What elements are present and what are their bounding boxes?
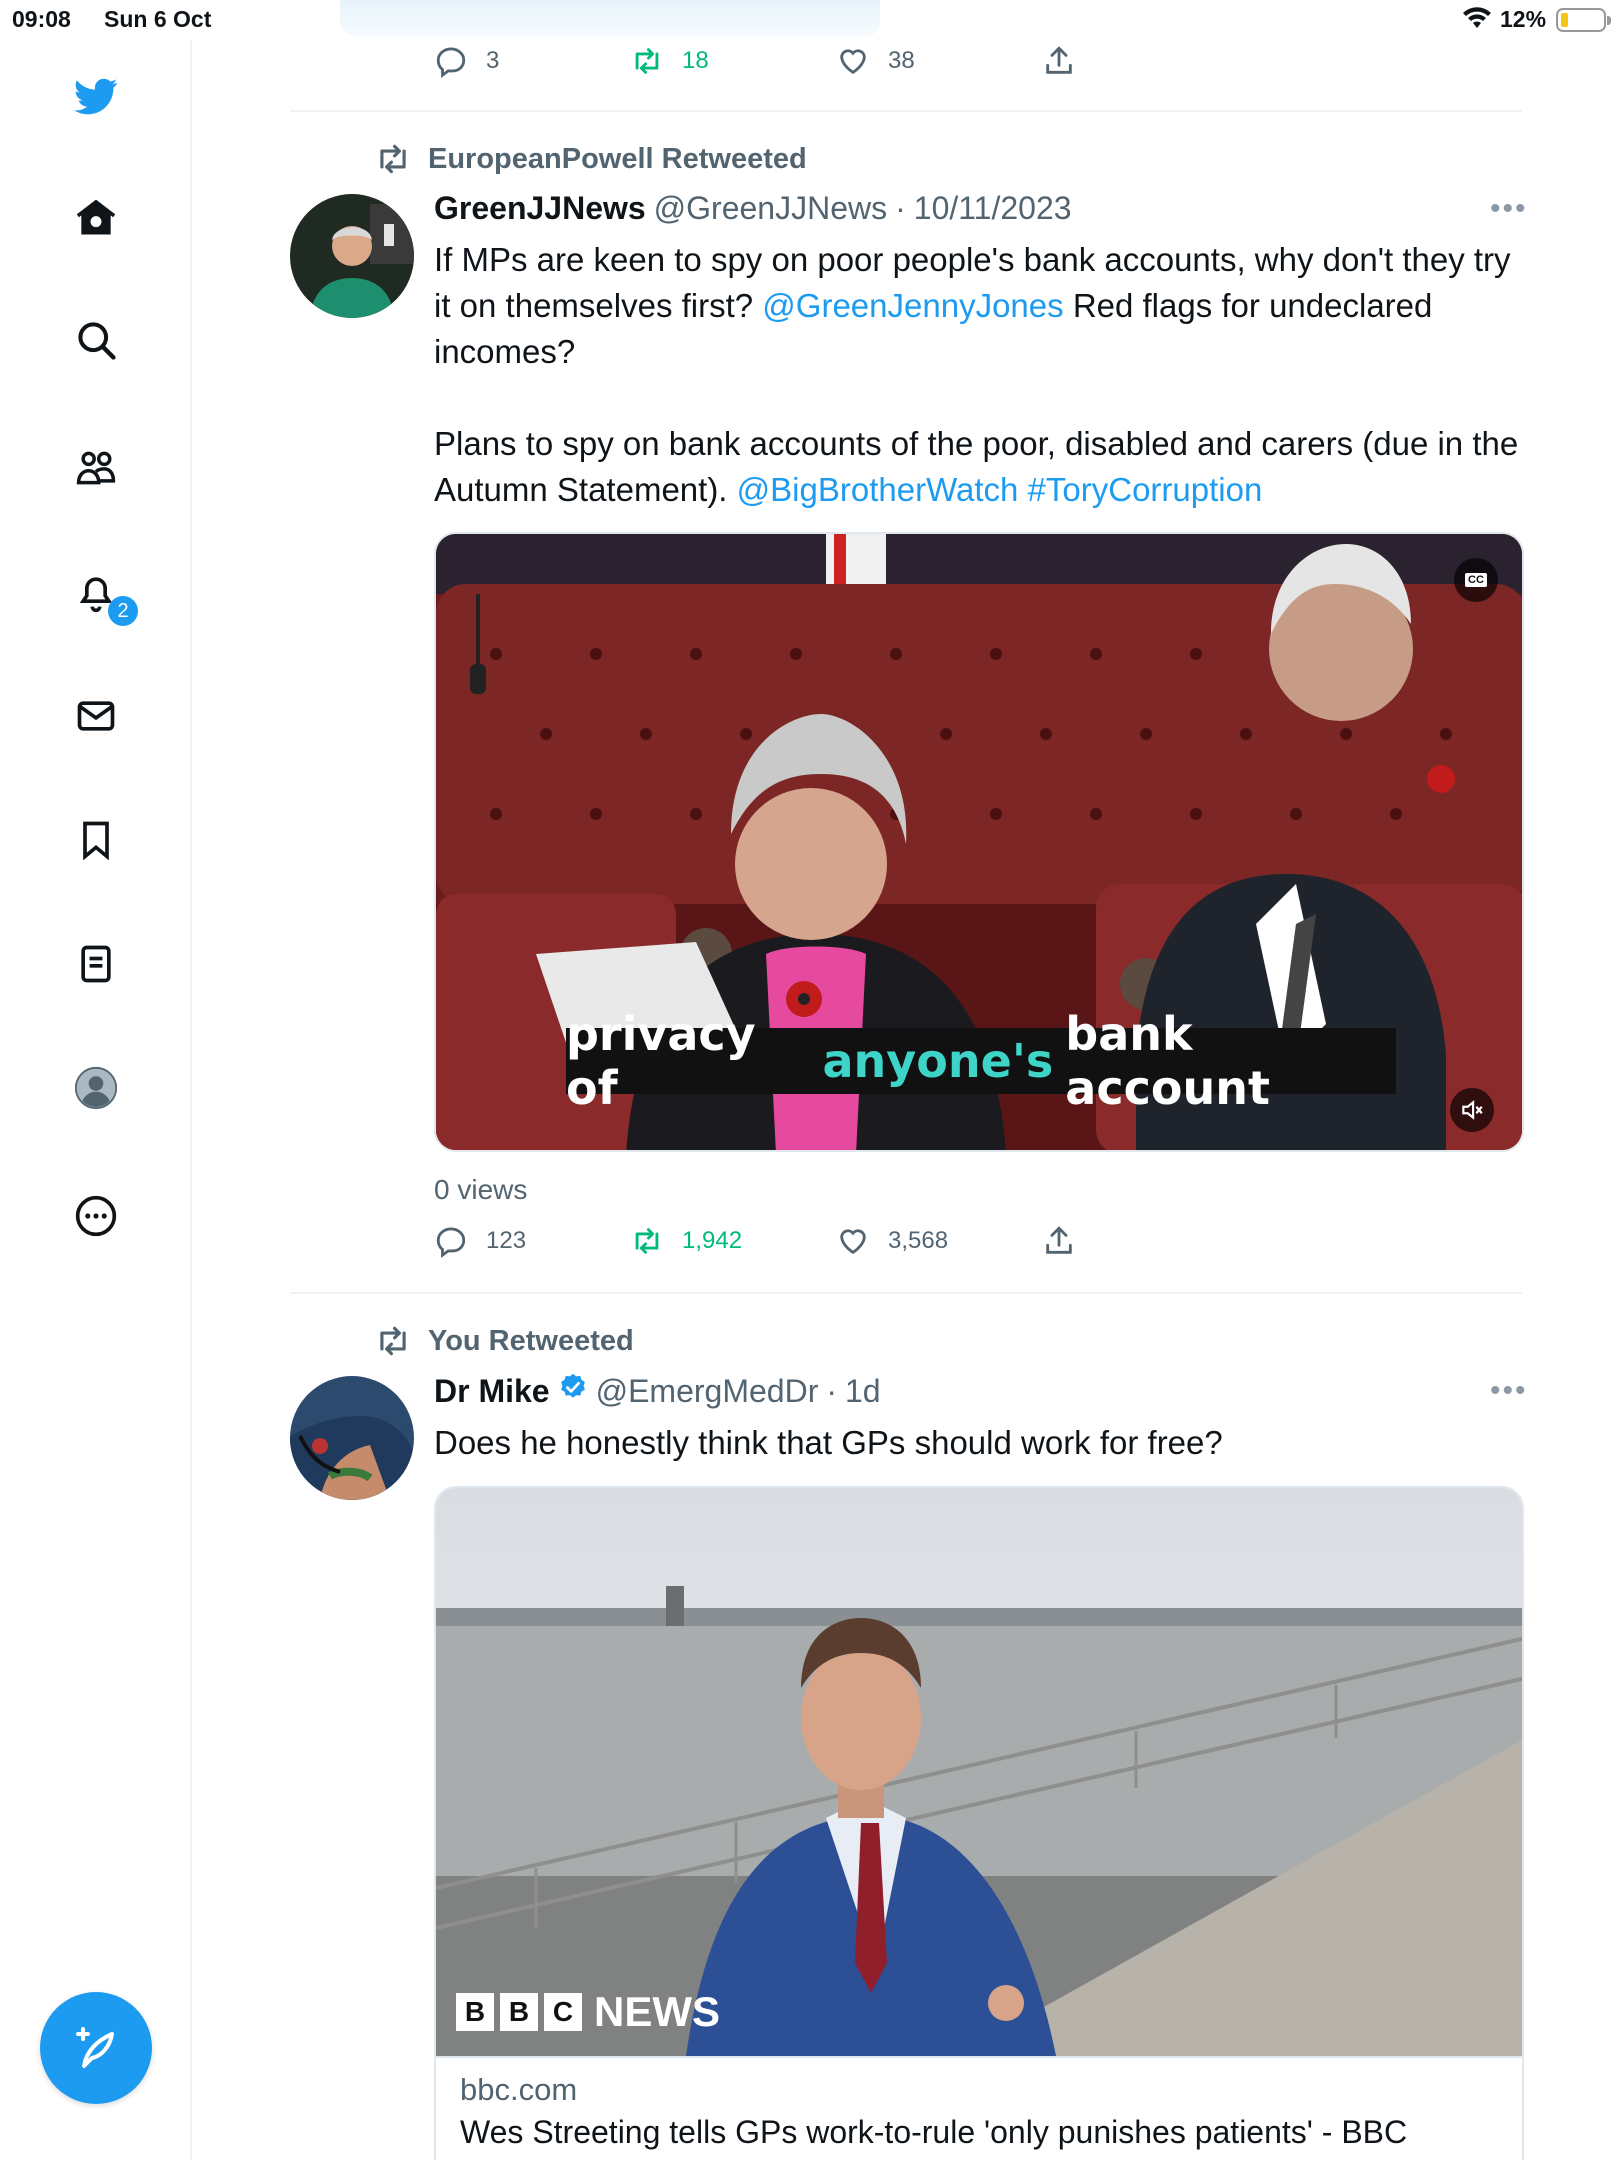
share-button[interactable] [1042, 1224, 1076, 1258]
tweet2-more-options-icon[interactable]: ••• [1490, 1374, 1528, 1408]
retweet-small-icon [380, 144, 406, 174]
mute-button[interactable] [1450, 1088, 1494, 1132]
caption-part: privacy of [566, 1007, 756, 1115]
cc-icon: CC [1465, 573, 1487, 587]
hashtag-link[interactable]: #ToryCorruption [1028, 471, 1263, 508]
retweet-button[interactable]: 1,942 [630, 1224, 742, 1258]
retweet-icon [635, 48, 659, 74]
tweet1-author-avatar[interactable] [290, 194, 414, 318]
meta-separator: · [895, 190, 906, 226]
author-handle[interactable]: @EmergMedDr [596, 1373, 819, 1410]
previous-tweet-media [340, 0, 880, 36]
like-button[interactable]: 38 [836, 44, 915, 78]
closed-captions-button[interactable]: CC [1454, 558, 1498, 602]
retweet-small-icon [380, 1326, 406, 1356]
retweet-button[interactable]: 18 [630, 44, 709, 78]
lists-icon[interactable] [66, 934, 126, 994]
tweet1-text: If MPs are keen to spy on poor people's … [434, 237, 1524, 513]
status-date: Sun 6 Oct [104, 6, 212, 32]
battery-percent: 12% [1500, 6, 1547, 32]
author-handle[interactable]: @GreenJJNews [654, 190, 887, 227]
compose-feather-icon [76, 2027, 114, 2068]
author-name[interactable]: GreenJJNews [434, 190, 646, 227]
tweet1-actions: 123 1,942 3,568 [434, 1224, 1094, 1264]
retweet-count: 18 [682, 47, 709, 74]
caption-part: bank account [1065, 1007, 1270, 1115]
like-button[interactable]: 3,568 [836, 1224, 948, 1258]
retweet-count: 1,942 [682, 1227, 743, 1254]
tweet1-video[interactable]: privacy of anyone's bank account CC [434, 532, 1524, 1152]
bbc-logo-letter: B [456, 1993, 494, 2031]
reply-button[interactable]: 3 [434, 44, 499, 78]
reply-icon [436, 1227, 466, 1258]
profile-avatar-icon[interactable] [66, 1058, 126, 1118]
wifi-icon [1463, 7, 1491, 28]
tweet1-views: 0 views [434, 1174, 528, 1205]
tweet-divider [290, 110, 1522, 112]
tweet2-link-card[interactable]: B B C NEWS bbc.com Wes Streeting tells G… [434, 1486, 1524, 2160]
bbc-news-logo: B B C NEWS [456, 1988, 720, 2036]
tweet-date[interactable]: 10/11/2023 [914, 190, 1072, 227]
tweet2-retweet-context: You Retweeted [374, 1322, 634, 1360]
tweet2-author-avatar[interactable] [290, 1376, 414, 1500]
verified-badge-icon [560, 1373, 585, 1398]
reply-count: 3 [486, 47, 500, 74]
tweet2-header: Dr Mike @EmergMedDr · 1d [434, 1372, 881, 1410]
like-heart-icon [840, 49, 866, 75]
share-icon [1046, 46, 1072, 74]
reply-icon [436, 47, 466, 78]
search-icon[interactable] [66, 310, 126, 370]
tweet-divider [290, 1292, 1522, 1294]
retweeted-by-label[interactable]: You Retweeted [428, 1325, 634, 1358]
messages-mail-icon[interactable] [66, 686, 126, 746]
speaker-muted-icon [1462, 1100, 1483, 1120]
bbc-logo-letter: C [544, 1993, 582, 2031]
card-domain: bbc.com [460, 2072, 578, 2107]
like-count: 38 [888, 47, 915, 74]
tweet1-retweet-context: EuropeanPowell Retweeted [374, 140, 807, 178]
caption-highlight: anyone's [822, 1034, 1054, 1088]
bookmarks-icon[interactable] [66, 810, 126, 870]
compose-tweet-button[interactable] [40, 1992, 152, 2104]
bbc-news-wordmark: NEWS [594, 1988, 720, 2035]
card-title: Wes Streeting tells GPs work-to-rule 'on… [460, 2114, 1408, 2150]
video-caption: privacy of anyone's bank account [566, 1007, 1396, 1115]
tweet1-more-options-icon[interactable]: ••• [1490, 192, 1528, 226]
retweeted-by-label[interactable]: EuropeanPowell Retweeted [428, 143, 807, 176]
mention-link[interactable]: @BigBrotherWatch [737, 471, 1019, 508]
more-options-icon[interactable] [66, 1186, 126, 1246]
notifications-badge: 2 [108, 596, 138, 626]
reply-count: 123 [486, 1227, 527, 1254]
like-count: 3,568 [888, 1227, 949, 1254]
tweet1-header: GreenJJNews @GreenJJNews · 10/11/2023 [434, 190, 1072, 227]
tweet-date[interactable]: 1d [845, 1373, 881, 1410]
status-time: 09:08 [12, 6, 71, 32]
card-divider [436, 2056, 1522, 2058]
communities-icon[interactable] [66, 438, 126, 498]
tweet2-text: Does he honestly think that GPs should w… [434, 1424, 1223, 1461]
battery-icon [1556, 8, 1611, 32]
bbc-logo-letter: B [500, 1993, 538, 2031]
sidebar: 2 [0, 40, 192, 2160]
share-icon [1046, 1226, 1072, 1254]
meta-separator: · [826, 1373, 837, 1409]
reply-button[interactable]: 123 [434, 1224, 526, 1258]
twitter-logo-icon[interactable] [66, 66, 126, 126]
author-name[interactable]: Dr Mike [434, 1373, 550, 1410]
home-icon[interactable] [66, 188, 126, 248]
retweet-icon [635, 1228, 659, 1254]
mention-link[interactable]: @GreenJennyJones [762, 287, 1063, 324]
like-heart-icon [840, 1229, 866, 1255]
share-button[interactable] [1042, 44, 1076, 78]
link-card-image [436, 1488, 1522, 2056]
tweet0-actions: 3 18 38 [434, 44, 1094, 84]
